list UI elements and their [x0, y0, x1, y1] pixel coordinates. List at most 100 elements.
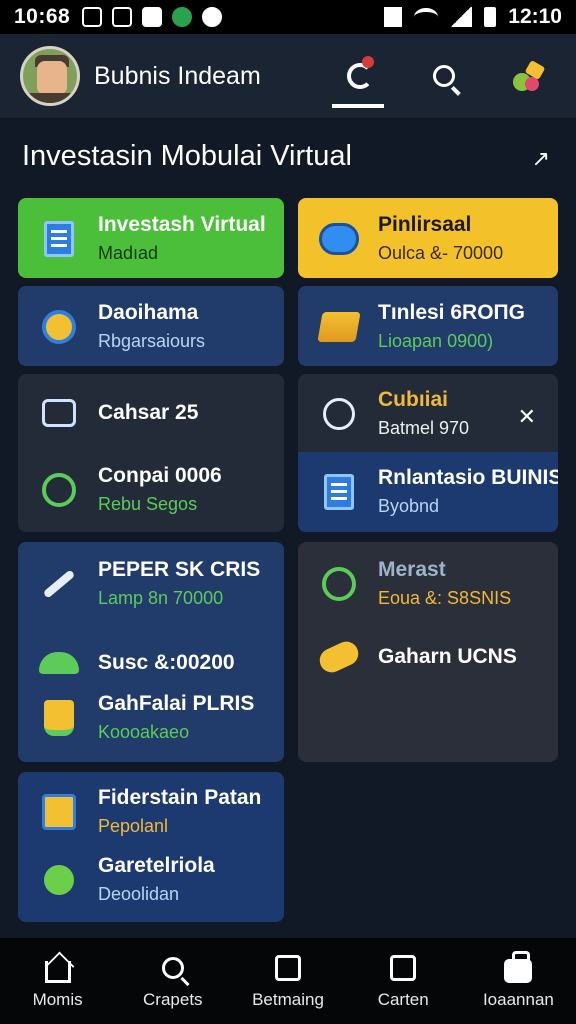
card-cubiai[interactable]: Cubıiai Batmel 970 ✕ Rnlantasio BUINIS B…: [298, 374, 558, 532]
list-item[interactable]: Fiderstain Patan Pepolanl: [34, 786, 261, 837]
nav-label: Crapets: [143, 990, 203, 1009]
report-icon: [42, 793, 76, 830]
item-subtitle: Rebu Segos: [98, 494, 198, 514]
item-subtitle: Deoolidan: [98, 884, 180, 904]
card-merast[interactable]: Merast Eoua &: S8SNIS Gaharn UCNS: [298, 542, 558, 762]
item-title: Cubıiai: [378, 388, 449, 411]
expand-icon[interactable]: ↗: [532, 146, 550, 172]
nav-item-mail[interactable]: Carten: [346, 938, 461, 1024]
item-title: GahFalai PLRIS: [98, 692, 255, 715]
hill-icon: [39, 652, 79, 674]
pen-icon: [42, 568, 76, 599]
card-title: Tınlesi 6ROПG: [378, 301, 525, 324]
list-item[interactable]: Rnlantasio BUINIS Byobnd: [298, 452, 558, 532]
item-title: Merast: [378, 558, 446, 581]
status-time: 10:68: [14, 5, 71, 28]
nav-item-bag[interactable]: Ioaannan: [461, 938, 576, 1024]
search-icon: [433, 65, 455, 87]
signal-icon: [450, 7, 473, 27]
list-item[interactable]: Gaharn UCNS: [314, 632, 517, 682]
section-title: Investasin Mobulai Virtual: [22, 140, 352, 172]
card-investash-virtual[interactable]: Investash Virtual Madıad: [18, 198, 284, 278]
main-section: Investasin Mobulai Virtual ↗ Investash V…: [0, 118, 576, 938]
card-subtitle: Lioapan 0900): [378, 331, 494, 351]
nav-label: Carten: [377, 990, 429, 1009]
mute-icon: [384, 7, 403, 27]
list-item[interactable]: Susc &:00200: [34, 638, 235, 688]
card-subtitle: Rbgarsaiours: [98, 331, 206, 351]
square-icon: [142, 7, 163, 27]
coin-icon: [42, 309, 76, 344]
cast-icon: [112, 7, 133, 27]
list-item[interactable]: Garetelriola Deoolidan: [34, 854, 215, 905]
item-title: Fiderstain Patan: [98, 786, 262, 809]
list-item[interactable]: Merast Eoua &: S8SNIS: [314, 558, 511, 609]
card-title: Pinlirsaal: [378, 213, 472, 236]
list-item[interactable]: GahFalai PLRIS Koooakaeo: [34, 692, 254, 743]
document-icon: [44, 220, 74, 257]
status-notification-icons: [82, 7, 223, 27]
list-item[interactable]: Cahsar 25: [34, 388, 198, 438]
status-system-icons: 12:10: [384, 5, 562, 29]
palette-icon: [511, 59, 546, 93]
status-clock: 12:10: [508, 5, 562, 28]
item-subtitle: Lamp 8n 70000: [98, 588, 224, 608]
face-icon: [323, 397, 355, 430]
tv-icon: [42, 399, 76, 427]
refresh-button[interactable]: [332, 46, 388, 108]
item-subtitle: Pepolanl: [98, 816, 169, 836]
item-subtitle: Batmel 970: [378, 418, 470, 438]
item-title: Rnlantasio BUINIS: [378, 466, 558, 489]
circle-icon: [42, 472, 76, 507]
item-subtitle: Eoua &: S8SNIS: [378, 588, 512, 608]
card-cahsar[interactable]: Cahsar 25 Conpai 0006 Rebu Segos: [18, 374, 284, 532]
color-palette-button[interactable]: [500, 46, 556, 106]
bag-icon: [504, 951, 533, 983]
avatar[interactable]: [20, 46, 80, 106]
item-title: Garetelriola: [98, 854, 215, 877]
home-icon: [44, 961, 71, 983]
item-title: PEPER SK CRIS: [98, 558, 261, 581]
item-title: Cahsar 25: [98, 401, 199, 424]
card-title: Investash Virtual: [98, 213, 266, 236]
item-subtitle: Byobnd: [378, 496, 440, 516]
compass-icon: [322, 566, 356, 601]
card-daoihama[interactable]: Daoihama Rbgarsaiours: [18, 286, 284, 366]
search-icon: [161, 957, 184, 979]
item-title: Conpai 0006: [98, 464, 222, 487]
card-subtitle: Madıad: [98, 243, 159, 263]
upload-box-icon: [275, 955, 301, 981]
card-peper[interactable]: PEPER SK CRIS Lamp 8n 70000 Susc &:00200…: [18, 542, 284, 762]
close-icon[interactable]: ✕: [518, 404, 536, 430]
notification-dot: [362, 56, 374, 68]
nav-label: Betmaing: [252, 990, 324, 1009]
apple-icon: [44, 864, 74, 895]
item-title: Susc &:00200: [98, 651, 235, 674]
app-badge-icon: [172, 7, 193, 27]
pill-icon: [315, 637, 363, 677]
list-item[interactable]: Cubıiai Batmel 970: [314, 388, 469, 439]
nav-label: Momis: [32, 990, 83, 1009]
card-subtitle: Oulca &- 70000: [378, 243, 504, 263]
document-icon: [324, 473, 354, 510]
nav-label: Ioaannan: [482, 990, 554, 1009]
wifi-icon: [414, 8, 439, 26]
gold-bars-icon: [317, 311, 361, 342]
card-fiderstain[interactable]: Fiderstain Patan Pepolanl Garetelriola D…: [18, 772, 284, 922]
item-title: Gaharn UCNS: [378, 645, 517, 668]
app-header: Bubnis Indeam: [0, 34, 576, 118]
status-bar: 10:68 12:10: [0, 0, 576, 34]
nav-item-home[interactable]: Momis: [0, 938, 115, 1024]
battery-icon: [484, 7, 497, 27]
nav-item-upload[interactable]: Betmaing: [230, 938, 345, 1024]
item-subtitle: Koooakaeo: [98, 722, 190, 742]
list-item[interactable]: Conpai 0006 Rebu Segos: [34, 464, 222, 515]
chat-bubble-icon: [319, 222, 359, 255]
nav-item-search[interactable]: Crapets: [115, 938, 230, 1024]
app-title: Bubnis Indeam: [94, 61, 261, 90]
card-pinlirsaal[interactable]: Pinlirsaal Oulca &- 70000: [298, 198, 558, 278]
list-item[interactable]: PEPER SK CRIS Lamp 8n 70000: [34, 558, 260, 609]
search-button[interactable]: [416, 46, 472, 106]
mail-box-icon: [390, 955, 417, 981]
card-tinlesi[interactable]: Tınlesi 6ROПG Lioapan 0900): [298, 286, 558, 366]
